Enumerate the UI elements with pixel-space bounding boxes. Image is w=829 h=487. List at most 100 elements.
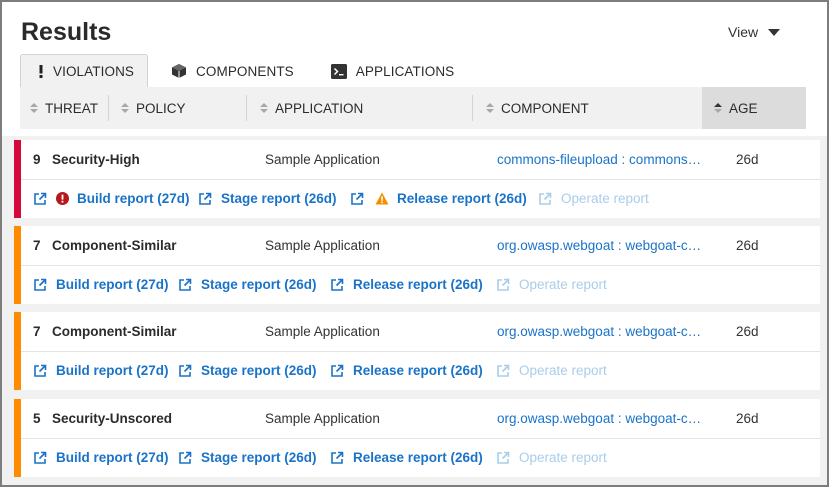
column-component-label: COMPONENT [501, 100, 589, 116]
tab-applications[interactable]: APPLICATIONS [330, 54, 455, 88]
external-link-icon [330, 451, 344, 465]
violation-summary: 9 Security-High Sample Application commo… [21, 140, 820, 180]
release-report-link[interactable]: Release report (26d) [330, 277, 483, 292]
build-report-label: Build report (27d) [56, 450, 169, 465]
view-label: View [728, 24, 759, 40]
violation-age: 26d [736, 152, 759, 167]
column-component[interactable]: COMPONENT [486, 87, 589, 129]
operate-report-label: Operate report [519, 363, 607, 378]
violation-summary: 7 Component-Similar Sample Application o… [21, 226, 820, 266]
build-report-link[interactable]: Build report (27d) [33, 450, 169, 465]
operate-report-link: Operate report [538, 191, 649, 206]
tab-components-label: COMPONENTS [196, 63, 294, 79]
tab-violations-label: VIOLATIONS [53, 64, 135, 79]
column-divider [246, 95, 247, 121]
sort-icon [121, 103, 129, 113]
column-threat-label: THREAT [45, 100, 98, 116]
stage-report-link[interactable]: Stage report (26d) [178, 363, 317, 378]
column-age-label: AGE [729, 100, 758, 116]
exclamation-icon [38, 65, 44, 78]
release-report-link[interactable]: Release report (26d) [350, 191, 527, 206]
application-name: Sample Application [265, 238, 380, 253]
external-link-icon [178, 278, 192, 292]
stage-report-label: Stage report (26d) [201, 363, 317, 378]
column-application-label: APPLICATION [275, 100, 364, 116]
violation-age: 26d [736, 238, 759, 253]
warning-icon [375, 192, 389, 205]
external-link-icon [33, 364, 47, 378]
release-report-link[interactable]: Release report (26d) [330, 450, 483, 465]
column-age[interactable]: AGE [702, 87, 806, 129]
policy-name: Component-Similar [52, 238, 177, 253]
stage-report-link[interactable]: Stage report (26d) [198, 191, 337, 206]
violation-summary: 5 Security-Unscored Sample Application o… [21, 399, 820, 439]
build-report-link[interactable]: Build report (27d) [33, 363, 169, 378]
stage-report-label: Stage report (26d) [201, 277, 317, 292]
violation-row[interactable]: 7 Component-Similar Sample Application o… [14, 312, 820, 390]
sort-icon [30, 103, 38, 113]
external-link-icon [33, 278, 47, 292]
page-title: Results [21, 18, 112, 46]
policy-name: Security-High [52, 152, 140, 167]
threat-level: 9 [33, 152, 41, 167]
terminal-icon [330, 63, 347, 79]
release-report-link[interactable]: Release report (26d) [330, 363, 483, 378]
policy-name: Security-Unscored [52, 411, 173, 426]
critical-alert-icon [56, 192, 69, 205]
component-link[interactable]: org.owasp.webgoat : webgoat-c… [497, 238, 701, 253]
sort-icon [260, 103, 268, 113]
external-link-icon [178, 364, 192, 378]
stage-report-label: Stage report (26d) [201, 450, 317, 465]
report-links: Build report (27d) Stage report (26d) Re… [21, 180, 820, 218]
application-name: Sample Application [265, 152, 380, 167]
policy-name: Component-Similar [52, 324, 177, 339]
violation-row[interactable]: 9 Security-High Sample Application commo… [14, 140, 820, 218]
threat-level: 5 [33, 411, 41, 426]
release-report-label: Release report (26d) [353, 277, 483, 292]
build-report-link[interactable]: Build report (27d) [33, 277, 169, 292]
application-name: Sample Application [265, 324, 380, 339]
column-divider [108, 95, 109, 121]
operate-report-link: Operate report [496, 450, 607, 465]
column-application[interactable]: APPLICATION [260, 87, 363, 129]
build-report-label: Build report (27d) [56, 277, 169, 292]
external-link-icon [33, 451, 47, 465]
stage-report-link[interactable]: Stage report (26d) [178, 450, 317, 465]
results-tabs: VIOLATIONS COMPONENTS APPLICATIONS [20, 54, 454, 88]
tab-violations[interactable]: VIOLATIONS [20, 54, 149, 88]
column-policy-label: POLICY [136, 100, 186, 116]
external-link-icon [330, 364, 344, 378]
violation-summary: 7 Component-Similar Sample Application o… [21, 312, 820, 352]
column-policy[interactable]: POLICY [121, 87, 186, 129]
release-report-label: Release report (26d) [353, 450, 483, 465]
threat-level: 7 [33, 238, 41, 253]
external-link-icon [178, 451, 192, 465]
operate-report-label: Operate report [519, 277, 607, 292]
tab-components[interactable]: COMPONENTS [171, 54, 294, 88]
build-report-link[interactable]: Build report (27d) [33, 191, 190, 206]
operate-report-link: Operate report [496, 277, 607, 292]
report-links: Build report (27d) Stage report (26d) Re… [21, 266, 820, 304]
release-report-label: Release report (26d) [353, 363, 483, 378]
column-header-bar: THREAT POLICY APPLICATION COMPONENT AGE [20, 87, 806, 129]
tab-applications-label: APPLICATIONS [355, 63, 455, 79]
external-link-icon [198, 192, 212, 206]
sort-asc-icon [714, 103, 722, 113]
stage-report-label: Stage report (26d) [221, 191, 337, 206]
column-divider [472, 95, 473, 121]
stage-report-link[interactable]: Stage report (26d) [178, 277, 317, 292]
component-link[interactable]: org.owasp.webgoat : webgoat-c… [497, 324, 701, 339]
threat-level: 7 [33, 324, 41, 339]
violation-row[interactable]: 7 Component-Similar Sample Application o… [14, 226, 820, 304]
sort-icon [486, 103, 494, 113]
column-threat[interactable]: THREAT [30, 87, 98, 129]
component-link[interactable]: commons-fileupload : commons… [497, 152, 701, 167]
view-dropdown[interactable]: View [728, 24, 781, 40]
external-link-icon [350, 192, 364, 206]
violation-age: 26d [736, 324, 759, 339]
cube-icon [171, 63, 187, 79]
component-link[interactable]: org.owasp.webgoat : webgoat-c… [497, 411, 701, 426]
violation-row[interactable]: 5 Security-Unscored Sample Application o… [14, 399, 820, 477]
operate-report-label: Operate report [561, 191, 649, 206]
caret-down-icon [768, 28, 781, 36]
